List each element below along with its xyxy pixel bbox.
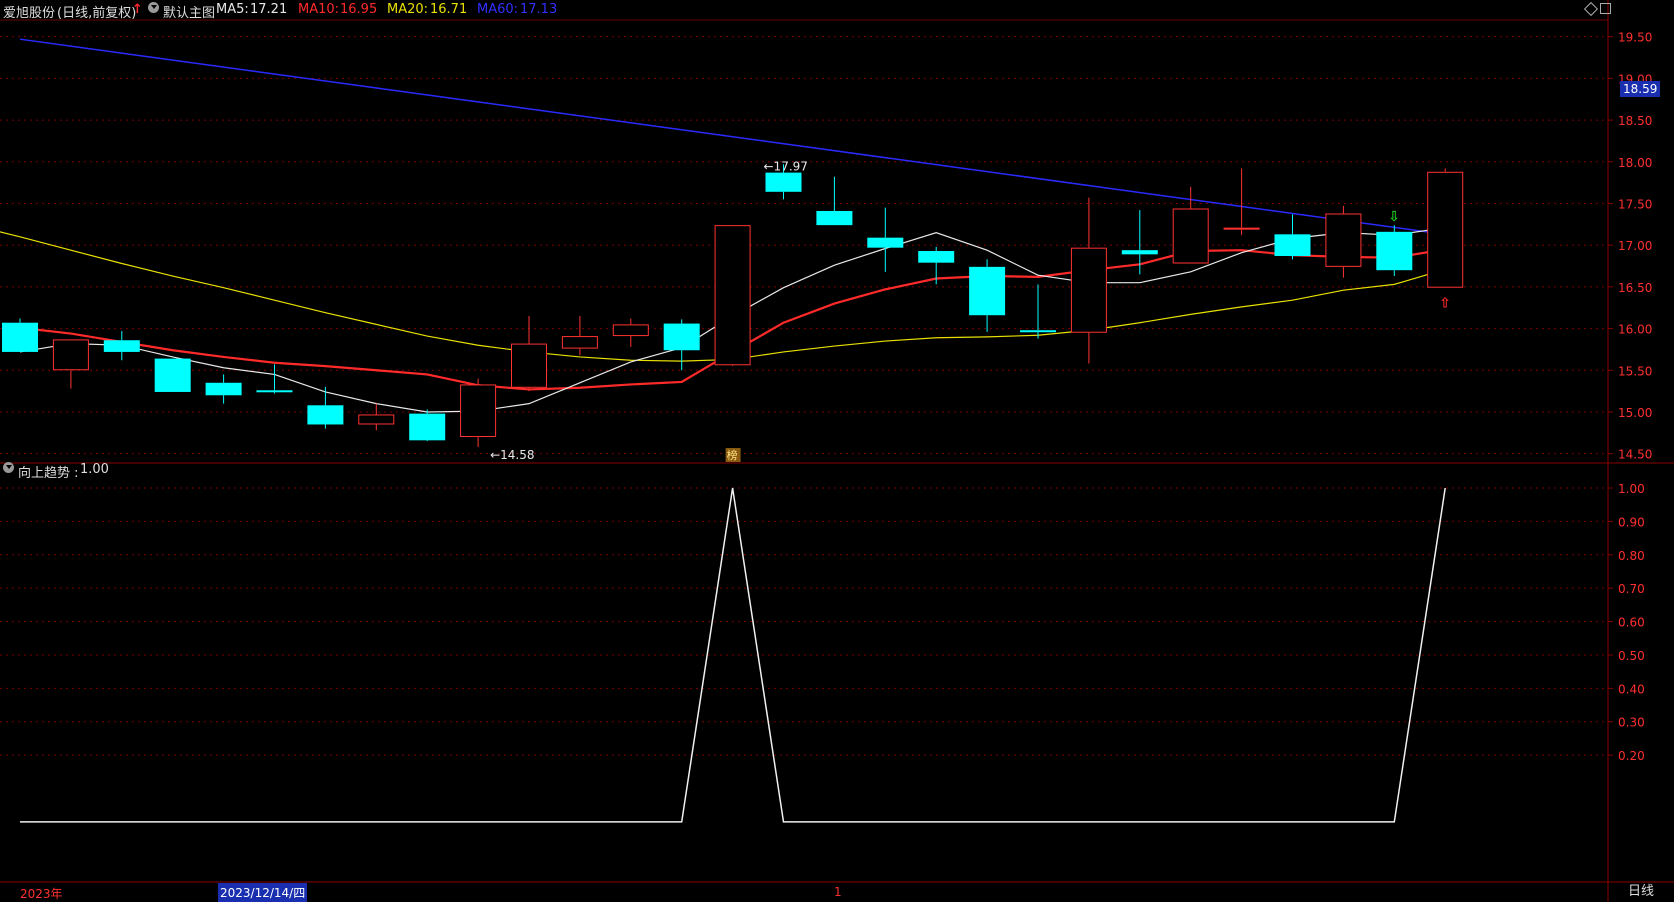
candle-body-up (1427, 171, 1464, 288)
main-tick-label: 16.00 (1618, 323, 1652, 337)
stock-name[interactable]: 爱旭股份 (3, 2, 55, 21)
down-signal-arrow-icon: ⇩ (1388, 209, 1400, 225)
ma60-line (19, 38, 1446, 236)
indicator-value: 1.00 (80, 462, 109, 477)
candle-body-up (511, 343, 547, 388)
candle-body-down (154, 358, 191, 392)
candle-body-up (714, 225, 751, 366)
candle-body-down (816, 210, 853, 226)
period-button[interactable]: 日线 (1608, 882, 1674, 902)
date-cursor: 2023/12/14/四 (218, 883, 308, 902)
candle-body-up (612, 324, 649, 337)
candle-body-down (2, 322, 38, 352)
candle-body-down (307, 405, 344, 425)
sub-tick-label: 0.70 (1618, 582, 1645, 596)
year-label: 2023年 (20, 887, 63, 901)
ma10-value: 16.95 (340, 2, 378, 17)
list-badge: 榜 (727, 448, 738, 462)
candle-body-down (409, 413, 446, 441)
candle-body-up (1325, 213, 1362, 267)
sub-tick-label: 0.80 (1618, 549, 1645, 563)
main-tick-label: 18.50 (1618, 114, 1652, 128)
up-signal-arrow-icon: ⇧ (1439, 296, 1451, 312)
indicator-dropdown-icon[interactable] (3, 462, 14, 473)
candle-body-down (918, 251, 955, 263)
sub-tick-label: 0.50 (1618, 649, 1645, 663)
candle-body-down (1020, 330, 1056, 333)
ma60-value: 17.13 (520, 2, 558, 17)
high-annotation: ←17.97 (764, 159, 808, 173)
candle-body-up (460, 384, 497, 437)
sub-tick-label: 0.90 (1618, 515, 1645, 529)
candle-body-down (969, 266, 1006, 316)
ma60-label: MA60: (477, 2, 519, 17)
sub-tick-label: 0.30 (1618, 716, 1645, 730)
month-tick: 1 (834, 885, 842, 899)
main-tick-label: 15.50 (1618, 364, 1652, 378)
main-tick-label: 19.50 (1618, 31, 1652, 45)
candle-body-down (205, 382, 242, 396)
main-tick-label: 15.00 (1618, 406, 1652, 420)
candle-body-down (765, 172, 802, 192)
sub-tick-label: 1.00 (1618, 482, 1645, 496)
ma5-value: 17.21 (250, 2, 288, 17)
ma20-value: 16.71 (430, 2, 468, 17)
up-arrow-icon: ↑ (132, 2, 143, 17)
candle-body-down (1376, 231, 1413, 271)
chart-canvas: 14.50 15.00 15.50 16.00 16.50 17.00 17.50 18.00… (0, 0, 1674, 902)
ma20-label: MA20: (387, 2, 429, 17)
candle-body-down (1121, 250, 1158, 255)
candle-body-up (358, 414, 395, 425)
maximize-icon[interactable] (1600, 3, 1611, 14)
candle-body-down (1274, 234, 1311, 257)
main-tick-label: 17.50 (1618, 197, 1652, 211)
candle-body-up (1070, 247, 1107, 333)
sub-tick-label: 0.60 (1618, 616, 1645, 630)
main-tick-label: 17.00 (1618, 239, 1652, 253)
ma5-label: MA5: (216, 2, 249, 17)
main-tick-label: 18.00 (1618, 156, 1652, 170)
low-annotation: ←14.58 (490, 448, 534, 462)
main-tick-label: 14.50 (1618, 448, 1652, 462)
indicator-label[interactable]: 向上趋势 : (18, 462, 79, 481)
main-chart-header: 爱旭股份 (日线,前复权) ↑ 默认主图 MA5: 17.21 MA10: 16… (0, 0, 1600, 21)
candle-body-up (52, 339, 89, 371)
candle-body-down (867, 237, 904, 248)
time-axis-bar: 2023年 2023/12/14/四 1 (0, 882, 1608, 902)
candle-body-up (1172, 208, 1209, 264)
candle-body-up (1223, 227, 1260, 230)
main-chart-label[interactable]: 默认主图 (163, 2, 215, 21)
sub-tick-label: 0.20 (1618, 749, 1645, 763)
dropdown-circle-icon[interactable] (148, 2, 159, 13)
ma10-label: MA10: (298, 2, 340, 17)
candle-body-down (103, 340, 140, 352)
main-tick-label: 16.50 (1618, 281, 1652, 295)
candle-body-down (663, 323, 700, 351)
sub-tick-label: 0.40 (1618, 682, 1645, 696)
chart-mode: (日线,前复权) (57, 6, 137, 21)
candle-body-down (256, 390, 293, 393)
candle-body-up (561, 336, 598, 349)
current-price-badge: 18.59 (1620, 81, 1661, 97)
